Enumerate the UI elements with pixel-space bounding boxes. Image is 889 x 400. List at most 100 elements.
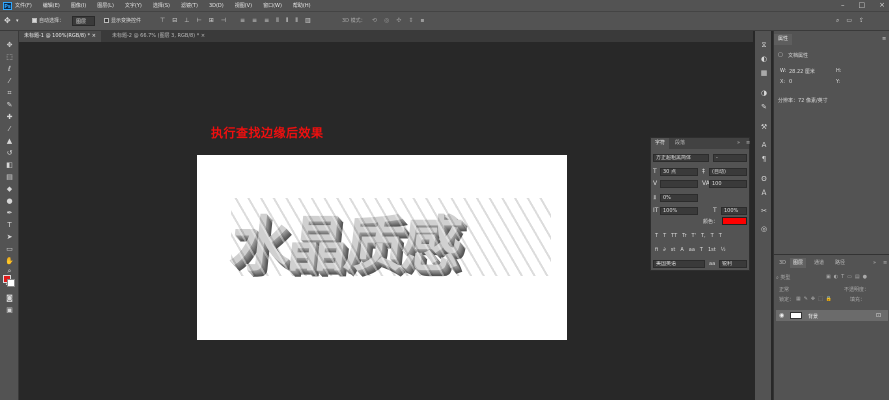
- quick-select-tool-icon[interactable]: ⁄: [4, 77, 15, 86]
- strikethrough-button[interactable]: T: [719, 233, 722, 239]
- scale-percent-field[interactable]: 0%: [660, 194, 698, 202]
- clone-stamp-icon[interactable]: ▲: [4, 137, 15, 146]
- 3d-slide-icon[interactable]: ⇕: [408, 17, 413, 24]
- tab-channels[interactable]: 通道: [811, 258, 827, 268]
- menu-layer[interactable]: 图层(L): [97, 2, 114, 9]
- hand-tool-icon[interactable]: ✋: [4, 257, 15, 266]
- tab-close-icon[interactable]: ×: [201, 33, 205, 39]
- properties-panel-icon[interactable]: ✂: [759, 207, 769, 216]
- tab-paragraph[interactable]: 段落: [671, 138, 689, 149]
- align-left-icon[interactable]: ⊢: [197, 17, 202, 24]
- panel-menu-icon[interactable]: ≡: [742, 138, 754, 149]
- auto-select-target-select[interactable]: 图层: [72, 16, 96, 26]
- 3d-rotate-icon[interactable]: ⟲: [372, 17, 377, 24]
- menu-window[interactable]: 窗口(W): [263, 2, 282, 9]
- menu-type[interactable]: 文字(Y): [125, 2, 142, 9]
- move-tool-icon[interactable]: ✥: [4, 41, 15, 50]
- all-caps-button[interactable]: TT: [671, 233, 677, 239]
- swatches-panel-icon[interactable]: ▦: [759, 69, 769, 78]
- text-color-swatch[interactable]: [722, 217, 747, 225]
- tab-properties[interactable]: 属性: [774, 34, 793, 45]
- maximize-icon[interactable]: □: [859, 1, 866, 9]
- quick-mask-icon[interactable]: ◙: [4, 294, 15, 303]
- x-value[interactable]: 0: [789, 79, 792, 85]
- faux-italic-button[interactable]: T: [663, 233, 666, 239]
- styles-panel-icon[interactable]: Ａ: [759, 189, 769, 198]
- paragraph-panel-icon[interactable]: ¶: [759, 155, 769, 164]
- small-caps-button[interactable]: Tr: [682, 233, 686, 239]
- subscript-button[interactable]: T,: [701, 233, 706, 239]
- workspace-icon[interactable]: ▭: [846, 17, 852, 25]
- distribute-top-icon[interactable]: ≡: [240, 17, 245, 25]
- pen-tool-icon[interactable]: ✒: [4, 209, 15, 218]
- align-hcenter-icon[interactable]: ⊞: [209, 17, 214, 24]
- kerning-field[interactable]: [660, 180, 698, 188]
- menu-help[interactable]: 帮助(H): [293, 2, 311, 9]
- lock-icons[interactable]: ▦✎✥⬚🔒: [796, 296, 835, 302]
- align-top-icon[interactable]: ⊤: [160, 17, 165, 24]
- tool-preset-dropdown-icon[interactable]: ▾: [16, 16, 19, 26]
- gradient-tool-icon[interactable]: ▤: [4, 173, 15, 182]
- distribute-vcenter-icon[interactable]: ≡: [252, 17, 257, 25]
- language-select[interactable]: 美国英语: [653, 260, 705, 268]
- blur-tool-icon[interactable]: ◆: [4, 185, 15, 194]
- menu-select[interactable]: 选择(S): [153, 2, 170, 9]
- crop-tool-icon[interactable]: ⌗: [4, 89, 15, 98]
- lasso-tool-icon[interactable]: ℓ: [4, 65, 15, 74]
- ordinal-button[interactable]: 1st: [708, 247, 716, 253]
- panel-menu-icon[interactable]: ≡: [880, 258, 889, 268]
- align-bottom-icon[interactable]: ⊥: [184, 17, 189, 24]
- show-transform-checkbox[interactable]: 显示变换控件: [104, 16, 141, 26]
- minimize-icon[interactable]: –: [841, 1, 845, 9]
- font-style-select[interactable]: -: [713, 154, 747, 162]
- tool-presets-icon[interactable]: ⚒: [759, 123, 769, 132]
- background-color-swatch[interactable]: [7, 279, 15, 287]
- tab-character[interactable]: 字符: [651, 138, 670, 149]
- search-icon[interactable]: ⌕: [836, 17, 839, 25]
- blend-mode-select[interactable]: 正常: [779, 286, 789, 293]
- menu-filter[interactable]: 滤镜(T): [181, 2, 198, 9]
- menu-image[interactable]: 图像(I): [71, 2, 86, 9]
- glyphs-panel-icon[interactable]: ʘ: [759, 175, 769, 184]
- width-value[interactable]: 28.22 厘米: [789, 68, 815, 75]
- titling-alt-button[interactable]: T: [700, 247, 703, 253]
- adjustments-panel-icon[interactable]: ◑: [759, 89, 769, 98]
- tab-3d[interactable]: 3D: [776, 258, 789, 268]
- font-size-field[interactable]: 30 点: [660, 168, 698, 176]
- type-tool-icon[interactable]: T: [4, 221, 15, 230]
- 3d-pan-icon[interactable]: ✣: [396, 17, 401, 24]
- marquee-tool-icon[interactable]: ⬚: [4, 53, 15, 62]
- color-panel-icon[interactable]: ◐: [759, 55, 769, 64]
- panel-menu-icon[interactable]: ≡: [882, 36, 886, 42]
- shape-tool-icon[interactable]: ▭: [4, 245, 15, 254]
- history-brush-icon[interactable]: ↺: [4, 149, 15, 158]
- font-family-select[interactable]: 方正超粗黑简体: [653, 154, 709, 162]
- tab-paths[interactable]: 路径: [832, 258, 848, 268]
- filter-icons[interactable]: ▣◐T▭▤●: [826, 274, 870, 280]
- history-panel-icon[interactable]: ⧖: [759, 41, 769, 50]
- share-icon[interactable]: ⇪: [859, 17, 864, 25]
- horizontal-scale-field[interactable]: 100%: [721, 207, 747, 215]
- stylistic-alt-button[interactable]: aa: [689, 247, 695, 253]
- tracking-field[interactable]: 100: [709, 180, 747, 188]
- close-icon[interactable]: ×: [879, 1, 885, 9]
- faux-bold-button[interactable]: T: [655, 233, 658, 239]
- dodge-tool-icon[interactable]: ●: [4, 197, 15, 206]
- move-tool-icon[interactable]: ✥: [4, 16, 11, 26]
- discretionary-ligature-button[interactable]: st: [671, 247, 676, 253]
- vertical-scale-field[interactable]: 100%: [660, 207, 698, 215]
- swash-button[interactable]: A: [680, 247, 683, 253]
- tab-document-1[interactable]: 未标题-1 @ 100%(RGB/8) * ×: [19, 31, 101, 42]
- distribute-left-icon[interactable]: ⦀: [276, 17, 279, 25]
- layer-filter-select[interactable]: 类型: [780, 275, 790, 281]
- leading-field[interactable]: (自动): [709, 168, 747, 176]
- 3d-roll-icon[interactable]: ◎: [384, 17, 389, 24]
- tab-close-icon[interactable]: ×: [92, 33, 96, 39]
- visibility-eye-icon[interactable]: ◉: [779, 312, 784, 319]
- align-vcenter-icon[interactable]: ⊟: [172, 17, 177, 24]
- character-panel-icon[interactable]: A: [759, 141, 769, 150]
- healing-brush-icon[interactable]: ✚: [4, 113, 15, 122]
- superscript-button[interactable]: T': [692, 233, 696, 239]
- fraction-button[interactable]: ½: [721, 247, 726, 253]
- libraries-panel-icon[interactable]: ◎: [759, 225, 769, 234]
